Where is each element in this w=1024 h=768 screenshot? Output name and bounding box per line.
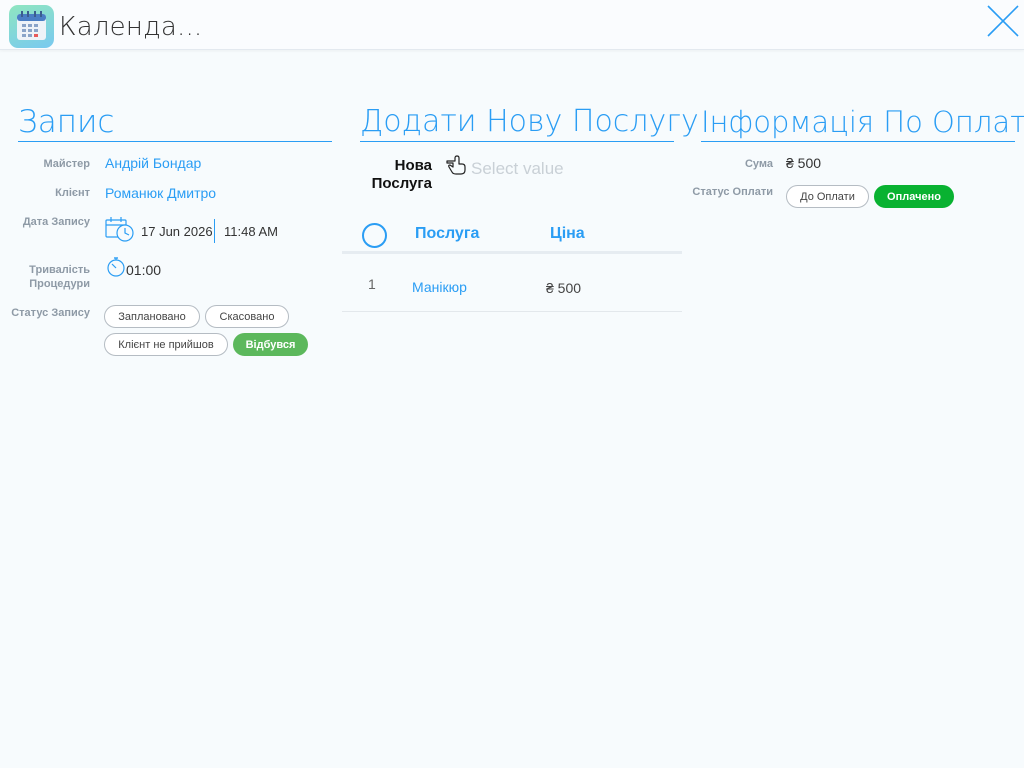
calendar-clock-icon[interactable]	[105, 216, 135, 248]
column-header-service[interactable]: Послуга	[415, 225, 479, 243]
date-time-divider	[214, 219, 215, 243]
client-label: Клієнт	[55, 187, 90, 199]
new-service-label-line-1: Нова	[394, 157, 432, 174]
app-title: Календа...	[59, 12, 203, 42]
row-price: ₴ 500	[546, 280, 582, 296]
payment-section-title: Інформація По Оплаті	[701, 103, 1024, 142]
calendar-icon[interactable]	[9, 5, 54, 48]
status-label: Статус Запису	[11, 307, 90, 319]
services-table-header	[342, 218, 682, 254]
time-value[interactable]: 11:48 AM	[224, 224, 278, 239]
master-value[interactable]: Андрій Бондар	[105, 155, 201, 171]
status-scheduled-button[interactable]: Заплановано	[104, 305, 200, 328]
sum-value: ₴ 500	[786, 155, 822, 171]
payment-paid-button[interactable]: Оплачено	[874, 185, 954, 208]
appointment-section-title: Запис	[18, 103, 332, 142]
status-cancelled-button[interactable]: Скасовано	[205, 305, 289, 328]
select-all-checkbox[interactable]	[362, 223, 387, 248]
status-completed-button[interactable]: Відбувся	[233, 333, 308, 356]
close-button[interactable]	[985, 3, 1021, 39]
payment-status-label: Статус Оплати	[692, 186, 773, 198]
new-service-label: Нова Послуга	[362, 157, 432, 193]
sum-label: Сума	[744, 158, 773, 170]
date-value[interactable]: 17 Jun 2026	[141, 224, 213, 239]
service-select[interactable]: Select value	[471, 159, 564, 179]
status-no-show-button[interactable]: Клієнт не прийшов	[104, 333, 228, 356]
new-service-label-line-2: Послуга	[371, 175, 432, 192]
column-header-price[interactable]: Ціна	[550, 225, 585, 243]
table-row[interactable]	[342, 262, 682, 312]
add-service-section-title: Додати Нову Послугу	[360, 103, 699, 142]
pointer-hand-icon	[445, 155, 467, 180]
duration-label-line-1: Тривалість	[29, 264, 90, 276]
row-number: 1	[368, 276, 376, 292]
stopwatch-icon[interactable]	[106, 256, 126, 283]
duration-value[interactable]: 01:00	[126, 262, 161, 278]
payment-due-button[interactable]: До Оплати	[786, 185, 869, 208]
master-label: Майстер	[43, 158, 90, 170]
client-value[interactable]: Романюк Дмитро	[105, 185, 216, 201]
date-label: Дата Запису	[22, 216, 90, 228]
duration-label: Тривалість Процедури	[10, 263, 90, 291]
top-bar: Календа...	[0, 0, 1024, 50]
close-icon	[987, 5, 1019, 37]
row-service-name[interactable]: Манікюр	[412, 279, 467, 295]
duration-label-line-2: Процедури	[29, 278, 90, 290]
